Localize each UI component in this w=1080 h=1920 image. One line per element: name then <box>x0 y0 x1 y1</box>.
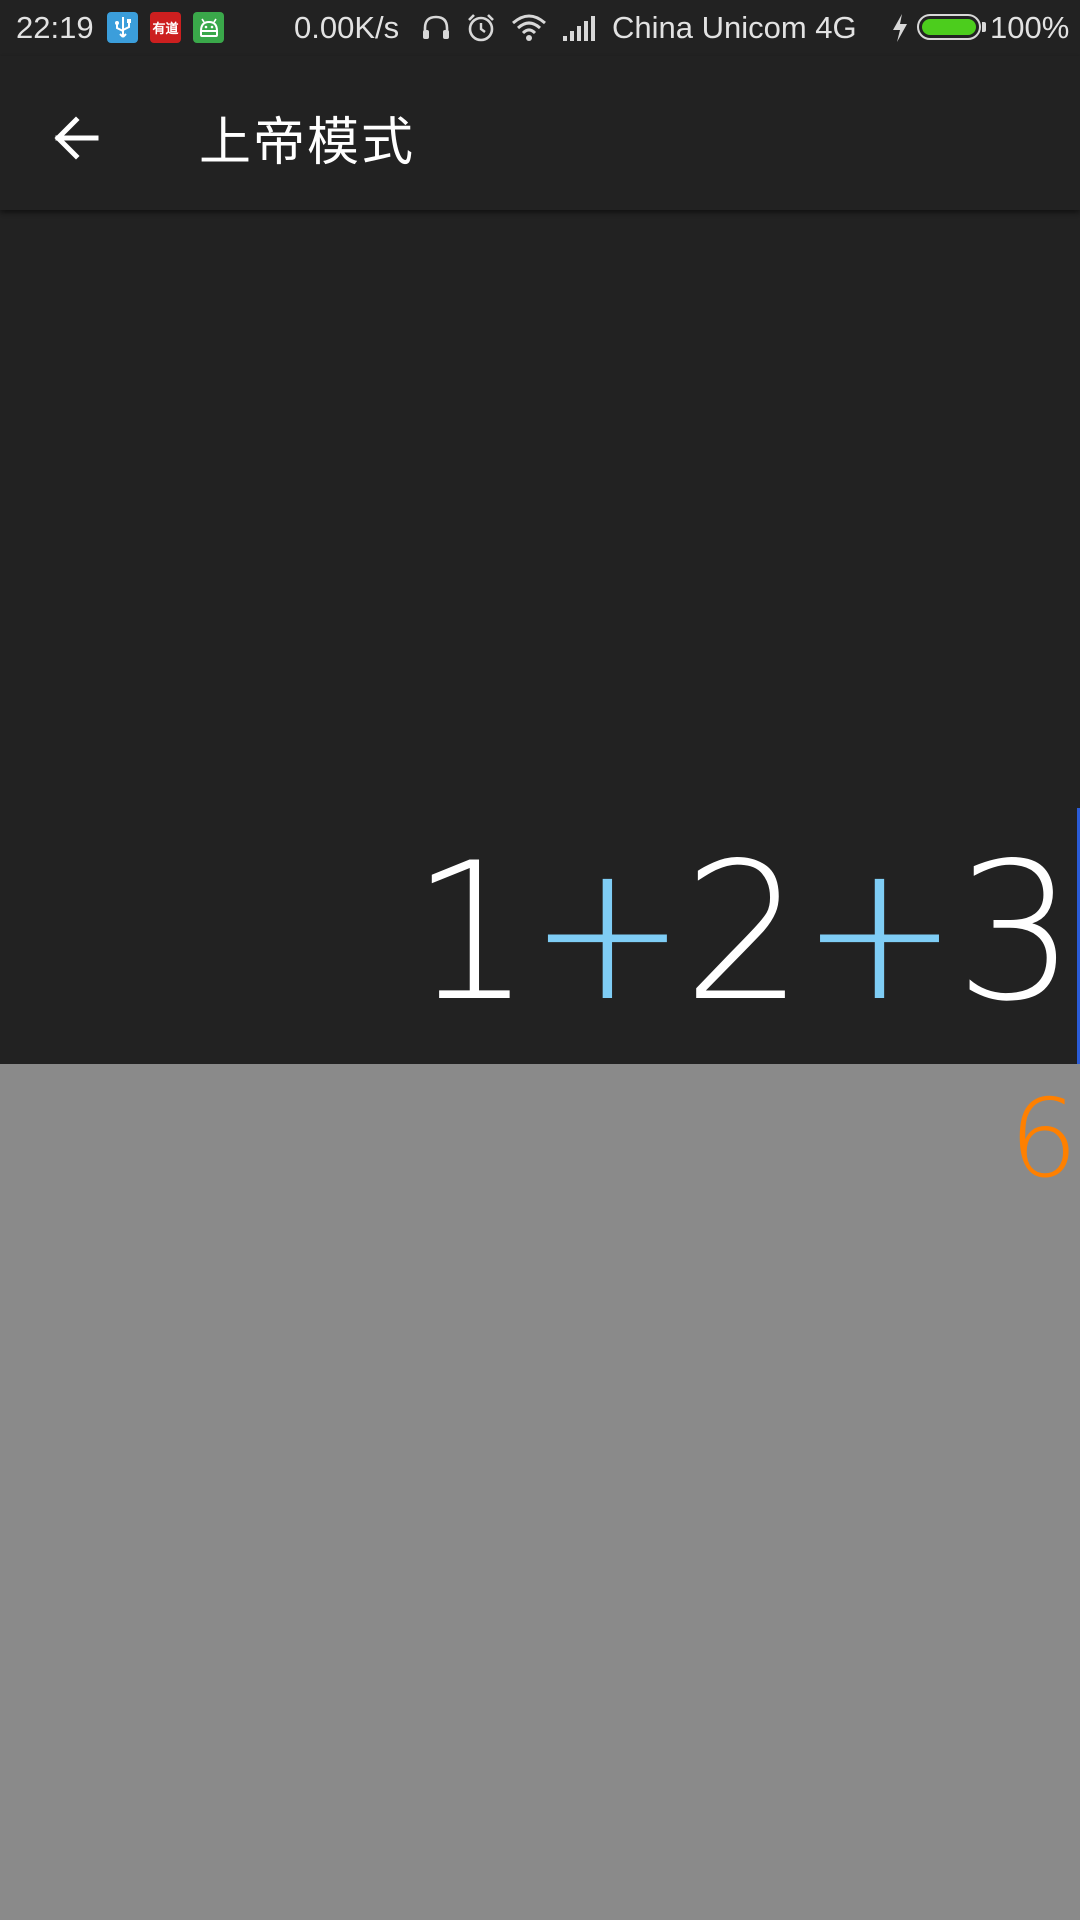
arrow-left-icon <box>54 116 99 160</box>
result-value: 6 <box>1009 1077 1078 1202</box>
charging-icon <box>890 12 910 44</box>
expression-display[interactable]: 1+2+3 <box>0 210 1080 1064</box>
battery-tip <box>982 22 986 32</box>
battery-level <box>922 19 976 35</box>
calculator-screen: 22:19 有道 0.00K/s China Unicom 4G 100% 上帝… <box>0 0 1080 1920</box>
usb-icon <box>107 12 138 43</box>
expression-operator: + <box>527 822 687 1043</box>
result-panel: 6 <box>0 1064 1080 1920</box>
page-title: 上帝模式 <box>199 113 416 173</box>
back-button[interactable] <box>40 102 112 174</box>
headset-icon <box>419 12 453 44</box>
expression-operator: + <box>799 822 959 1043</box>
expression-number: 2 <box>683 822 804 1043</box>
alarm-icon <box>464 12 498 44</box>
expression-number: 1 <box>410 822 532 1043</box>
battery-percent: 100% <box>990 10 1070 45</box>
signal-icon <box>561 12 599 44</box>
wifi-icon <box>510 12 548 44</box>
status-bar: 22:19 有道 0.00K/s China Unicom 4G 100% <box>0 0 1080 56</box>
battery-icon <box>917 14 981 40</box>
youdao-icon: 有道 <box>150 12 181 43</box>
expression-text[interactable]: 1+2+3 <box>411 838 1076 1028</box>
android-icon <box>193 12 224 43</box>
network-speed: 0.00K/s <box>294 10 400 45</box>
status-time: 22:19 <box>16 10 94 45</box>
app-bar: 上帝模式 <box>0 56 1080 210</box>
carrier-label: China Unicom 4G <box>612 10 857 45</box>
expression-number: 3 <box>955 822 1076 1043</box>
